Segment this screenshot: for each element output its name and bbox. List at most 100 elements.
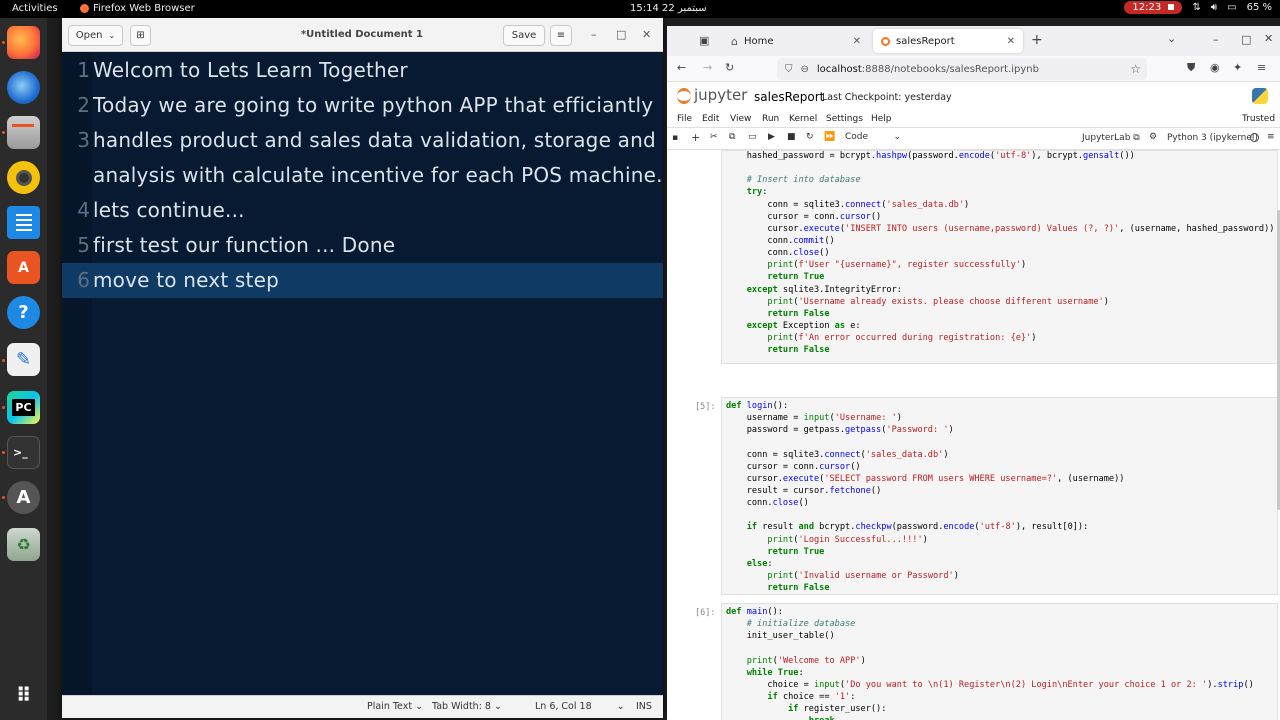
maximize-icon[interactable]: □ [616,28,626,41]
app-menu-icon[interactable]: ≡ [1257,61,1266,74]
list-tabs-icon[interactable]: ⌄ [1167,32,1176,45]
cursor-position-selector[interactable]: Ln 6, Col 18 ⌄ [535,701,625,712]
copy-icon[interactable]: ⧉ [729,132,735,142]
code-line: return True [767,272,825,283]
line-text: first test our function ... Done [93,233,396,257]
line-number: 3 [77,128,90,152]
pocket-icon[interactable]: ⛊ [1187,61,1195,75]
reload-icon[interactable]: ↻ [725,61,734,74]
cell-type-select[interactable]: Code ⌄ [845,132,901,142]
line-number: 4 [77,198,90,222]
editor-line[interactable]: 4 lets continue... [62,193,663,228]
menu-run[interactable]: Run [762,114,779,124]
editor-line[interactable]: 1 Welcom to Lets Learn Together [62,53,663,88]
editor-line[interactable]: 3 handles product and sales data validat… [62,123,663,158]
maximize-icon[interactable]: □ [1241,33,1251,46]
pycharm-icon[interactable]: PC [7,391,40,424]
run-icon[interactable]: ▶ [768,132,775,142]
forward-icon[interactable]: → [703,61,712,74]
code-cell[interactable]: def login(): username = input('Username:… [721,397,1278,595]
tab-close-icon[interactable]: ✕ [853,36,861,47]
activities-button[interactable]: Activities [12,3,58,14]
firefox-icon[interactable] [7,26,40,59]
editor-text-area[interactable]: 1 Welcom to Lets Learn Together 2 Today … [62,52,663,695]
menu-edit[interactable]: Edit [702,114,719,124]
chevron-down-icon: ⌄ [893,132,901,142]
system-tray[interactable]: 12:23 ⇅ 🔊︎ ▭ 65 % [1124,1,1272,14]
rhythmbox-icon[interactable] [7,161,40,194]
cell-code[interactable]: def login(): username = input('Username:… [726,400,1124,594]
close-icon[interactable]: ✕ [642,28,651,41]
syntax-selector[interactable]: Plain Text ⌄ [367,701,423,712]
new-tab-icon[interactable]: + [1031,32,1043,48]
terminal-icon[interactable]: >_ [7,436,40,469]
trusted-badge[interactable]: Trusted [1242,114,1275,124]
tab-home[interactable]: ⌂ Home ✕ [725,29,869,53]
jupyterlab-link[interactable]: JupyterLab ⧉ [1082,133,1140,143]
tab-salesreport[interactable]: salesReport ✕ [873,29,1023,53]
text-editor-icon[interactable]: ✎ [7,343,40,376]
editor-line[interactable]: analysis with calculate incentive for ea… [62,158,663,193]
menu-view[interactable]: View [730,114,751,124]
minimize-icon[interactable]: – [1213,33,1219,46]
recording-indicator[interactable]: 12:23 [1124,1,1183,14]
more-icon[interactable]: ≡ [1267,132,1275,142]
account-icon[interactable]: ◉ [1210,61,1220,74]
menu-settings[interactable]: Settings [826,114,863,124]
extensions-icon[interactable]: ✦ [1233,61,1242,74]
menu-help[interactable]: Help [871,114,892,124]
editor-line[interactable]: 5 first test our function ... Done [62,228,663,263]
cell-code[interactable]: def main(): # initialize database init_u… [726,606,1254,720]
app-menu[interactable]: Firefox Web Browser [80,3,195,14]
thunderbird-icon[interactable] [7,71,40,104]
menu-file[interactable]: File [677,114,692,124]
new-tab-button[interactable]: ⊞ [130,25,151,46]
stop-icon[interactable]: ■ [787,132,796,142]
help-icon[interactable]: ? [7,296,40,329]
network-icon: ⇅ [1192,2,1201,13]
menu-kernel[interactable]: Kernel [789,114,817,124]
current-line[interactable]: 6 move to next step [62,263,663,298]
paste-icon[interactable]: ▭ [748,132,757,142]
app-center-icon[interactable]: A [7,251,40,284]
open-button[interactable]: Open ⌄ [68,25,123,46]
notebook-name[interactable]: salesReport [754,90,824,104]
code-line: print(f'User "{username}", register succ… [767,260,1027,271]
jupyter-logo-icon[interactable] [677,88,691,104]
url-bar[interactable]: ⛉ ⊖ localhost:8888/notebooks/salesReport… [777,58,1147,80]
files-icon[interactable] [7,116,40,149]
code-cell[interactable]: def main(): # initialize database init_u… [721,603,1278,720]
bookmark-star-icon[interactable]: ☆ [1130,62,1141,76]
code-cell[interactable]: hashed_password = bcrypt.hashpw(password… [721,150,1278,364]
dock: A ? ✎ PC >_ A ♻ ⠿ [0,18,47,720]
updater-icon[interactable]: A [7,481,40,514]
tab-close-icon[interactable]: ✕ [1007,36,1015,47]
save-icon[interactable]: ▪ [672,133,678,143]
back-icon[interactable]: ← [677,61,686,74]
writer-icon[interactable] [7,206,40,239]
kernel-name[interactable]: Python 3 (ipykernel) [1167,133,1258,143]
menu-button[interactable]: ≡ [550,25,572,46]
notebook-area: hashed_password = bcrypt.hashpw(password… [667,150,1280,720]
tab-width-selector[interactable]: Tab Width: 8 ⌄ [432,701,502,712]
show-apps-icon[interactable]: ⠿ [7,678,40,711]
add-cell-icon[interactable]: + [691,131,700,144]
restart-icon[interactable]: ↻ [806,132,814,142]
line-text: lets continue... [93,198,245,222]
clock[interactable]: 15:14 22 سبتمبر [630,3,707,14]
code-line: print('Username already exists. please c… [767,296,1109,307]
insert-mode[interactable]: INS [636,701,652,712]
cell-code[interactable]: hashed_password = bcrypt.hashpw(password… [726,150,1275,356]
editor-line[interactable]: 2 Today we are going to write python APP… [62,88,663,123]
save-button[interactable]: Save [503,25,545,46]
trash-icon[interactable]: ♻ [7,528,40,561]
minimize-icon[interactable]: – [591,28,597,41]
code-line: return False [767,345,830,356]
jupyter-logo-text[interactable]: jupyter [694,86,747,104]
close-icon[interactable]: ✕ [1264,32,1273,45]
tab-overview-icon[interactable]: ▣ [699,34,709,47]
restart-run-all-icon[interactable]: ⏩ [824,132,835,142]
cut-icon[interactable]: ✂ [710,132,718,142]
gear-icon[interactable]: ⚙ [1149,132,1157,142]
